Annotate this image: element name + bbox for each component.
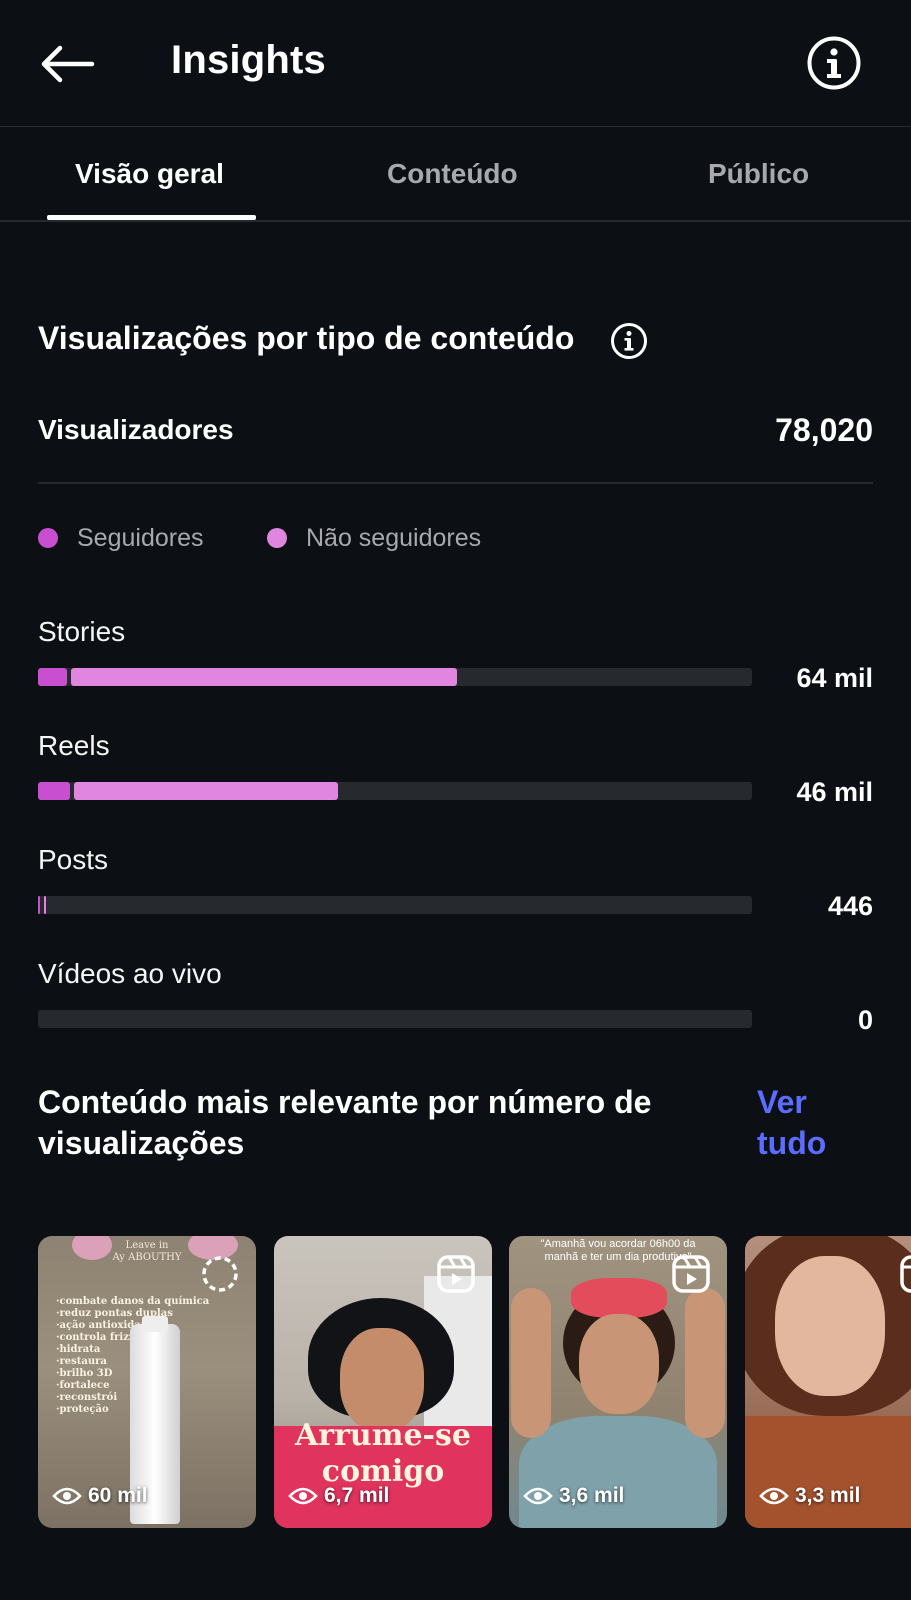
story-ring-icon xyxy=(202,1256,238,1292)
thumbnail-views: 3,6 mil xyxy=(559,1484,625,1507)
active-tab-indicator xyxy=(47,215,256,220)
page-title: Insights xyxy=(171,38,326,82)
tab-content[interactable]: Conteúdo xyxy=(387,158,518,190)
bar-segment-followers xyxy=(38,896,40,914)
legend-non-followers-label: Não seguidores xyxy=(306,524,482,552)
legend-followers-dot xyxy=(38,528,58,548)
reels-icon xyxy=(900,1255,911,1293)
eye-icon xyxy=(523,1487,553,1505)
content-thumbnail-4[interactable]: 3,3 mil xyxy=(745,1236,911,1528)
bar-segment-non-followers xyxy=(44,896,46,914)
thumbnail-views: 60 mil xyxy=(88,1484,148,1507)
person-face xyxy=(340,1328,424,1432)
see-all-link[interactable]: Ver tudo xyxy=(757,1082,857,1164)
bar-label-stories: Stories xyxy=(38,616,126,647)
headband xyxy=(571,1278,667,1318)
section-title-views: Visualizações por tipo de conteúdo xyxy=(38,320,575,356)
bar-label-reels: Reels xyxy=(38,730,110,761)
info-icon[interactable] xyxy=(806,35,862,91)
reels-icon xyxy=(437,1255,475,1293)
overlay-caption: Arrume-se comigo xyxy=(295,1418,471,1489)
thumbnail-views: 3,3 mil xyxy=(795,1484,861,1507)
bullet-item: ·combate danos da química xyxy=(56,1296,210,1307)
header-divider xyxy=(0,126,911,127)
thumbnail-views: 6,7 mil xyxy=(324,1484,390,1507)
content-thumbnail-1[interactable]: Leave in Ay ABOUTHY ·combate danos da qu… xyxy=(38,1236,256,1528)
person-face xyxy=(579,1314,659,1414)
viewers-label: Visualizadores xyxy=(38,414,234,445)
bar-value-posts: 446 xyxy=(827,891,873,921)
bullet-item: ·reduz pontas duplas xyxy=(56,1308,173,1319)
section-divider xyxy=(38,482,873,484)
bar-value-stories: 64 mil xyxy=(796,663,873,693)
views-info-icon[interactable] xyxy=(610,322,648,360)
eye-icon xyxy=(52,1487,82,1505)
reels-icon xyxy=(672,1255,710,1293)
bar-segment-non-followers xyxy=(74,782,338,800)
bar-segment-followers xyxy=(38,668,67,686)
eye-icon xyxy=(759,1487,789,1505)
bar-label-posts: Posts xyxy=(38,844,109,875)
person-face xyxy=(775,1256,885,1396)
tab-overview[interactable]: Visão geral xyxy=(75,158,224,190)
bar-segment-followers xyxy=(38,782,70,800)
caption-line: Leave in xyxy=(125,1240,169,1251)
bar-track-posts xyxy=(38,896,752,914)
legend-followers-label: Seguidores xyxy=(77,524,204,552)
eye-icon xyxy=(288,1487,318,1505)
tab-audience[interactable]: Público xyxy=(708,158,809,190)
bar-segment-non-followers xyxy=(71,668,457,686)
bar-track-live xyxy=(38,1010,752,1028)
back-arrow-icon[interactable] xyxy=(38,44,96,84)
bar-value-reels: 46 mil xyxy=(796,777,873,807)
bar-label-live: Vídeos ao vivo xyxy=(38,958,222,989)
viewers-value: 78,020 xyxy=(775,412,873,448)
legend-non-followers-dot xyxy=(267,528,287,548)
content-thumbnail-3[interactable]: "Amanhã vou acordar 06h00 da manhã e ter… xyxy=(509,1236,727,1528)
bar-track-reels xyxy=(38,782,752,800)
section-title-relevant: Conteúdo mais relevante por número de vi… xyxy=(38,1084,652,1161)
content-thumbnail-2[interactable]: Arrume-se comigo 6,7 mil xyxy=(274,1236,492,1528)
tabs-divider xyxy=(0,220,911,222)
bar-value-live: 0 xyxy=(857,1005,873,1035)
bar-track-stories xyxy=(38,668,752,686)
